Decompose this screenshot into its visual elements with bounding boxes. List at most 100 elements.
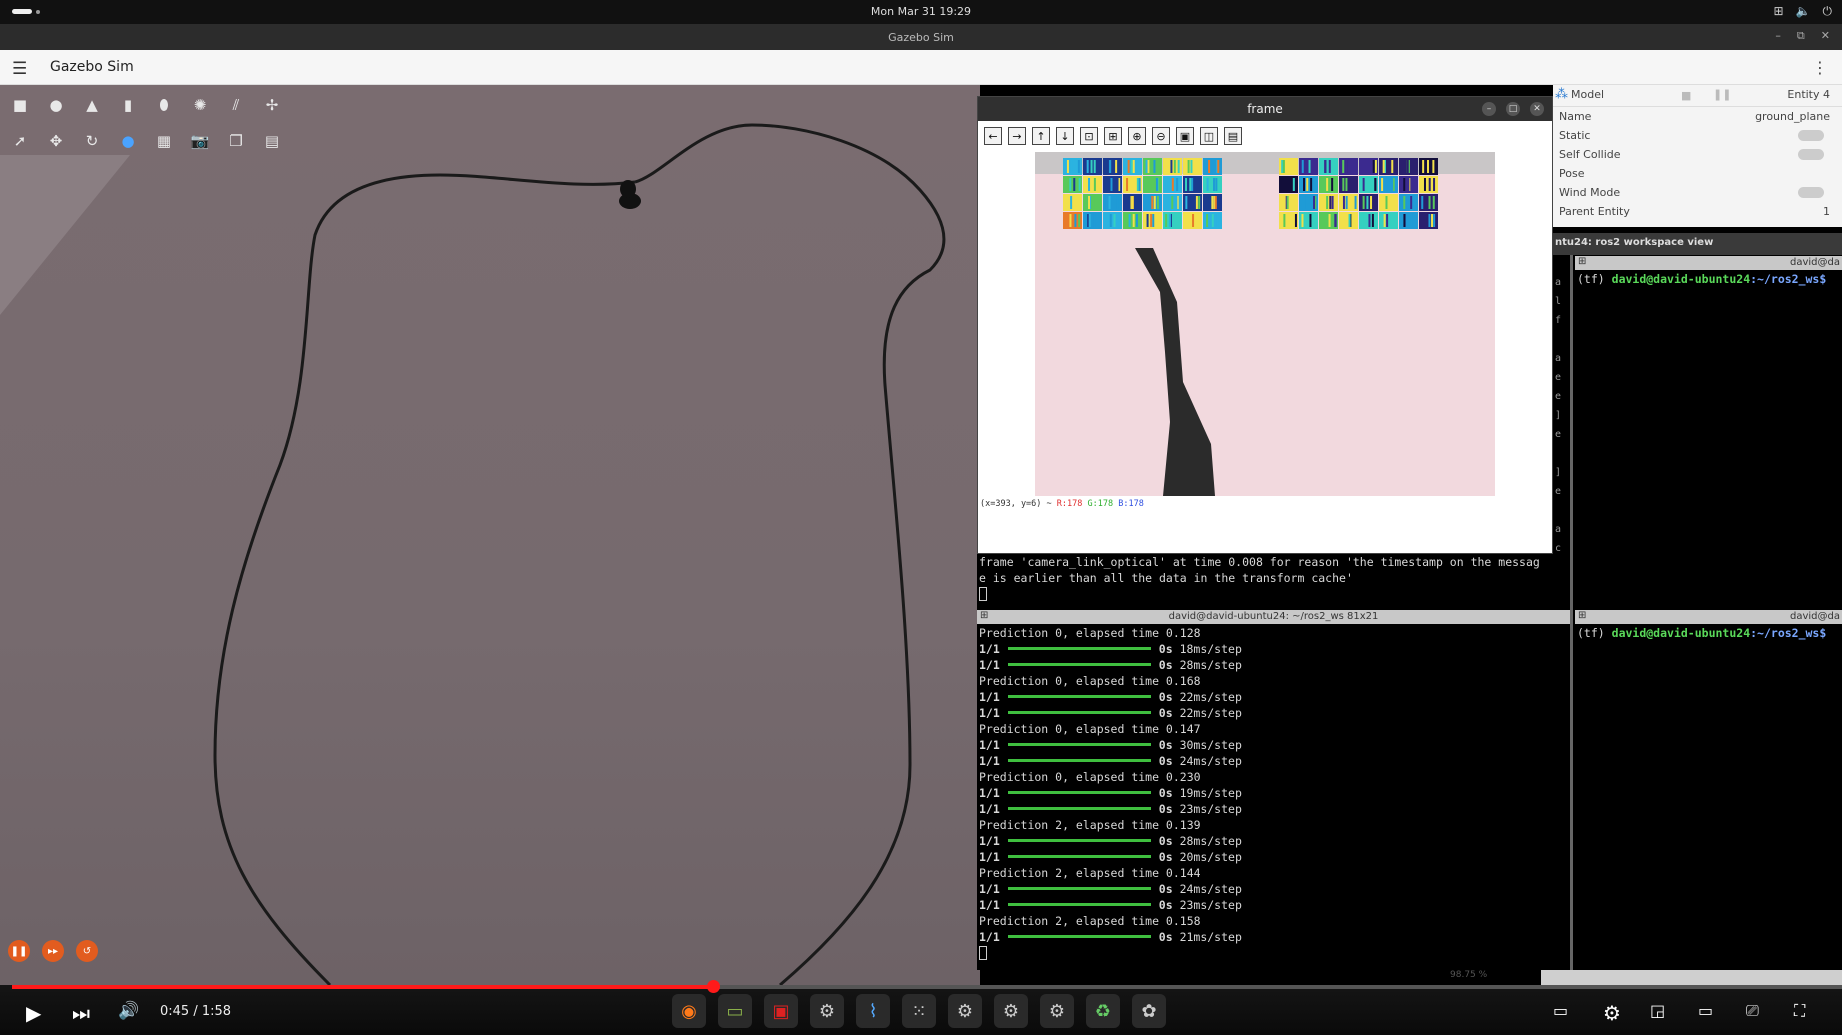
cast-icon[interactable]: ⎚ — [1746, 1001, 1759, 1021]
sphere-shape-icon[interactable]: ● — [44, 93, 68, 117]
show-apps-icon[interactable]: ⁙ — [902, 994, 936, 1028]
maximize-icon[interactable]: ⧉ — [1797, 29, 1805, 43]
zoom-fit-icon[interactable]: ⊡ — [1080, 127, 1098, 145]
pause-inspector-icon[interactable]: ❚❚ — [1713, 88, 1731, 101]
video-scrubber-knob[interactable] — [706, 980, 720, 993]
robot[interactable] — [619, 180, 641, 209]
miniplayer-icon[interactable]: ◲ — [1650, 1001, 1665, 1020]
system-monitor-icon[interactable]: ⌇ — [856, 994, 890, 1028]
prop-row-pose[interactable]: Pose — [1553, 164, 1842, 183]
screenshot-icon[interactable]: 📷 — [188, 129, 212, 153]
terminal-scrollbar[interactable] — [1541, 970, 1842, 985]
step-eta: 0s — [1158, 898, 1173, 912]
next-icon[interactable]: ⏭ — [72, 1001, 90, 1025]
more-options-icon[interactable]: ⋮ — [1812, 58, 1828, 77]
terminal-divider[interactable] — [1570, 255, 1573, 970]
feature-map-stripe — [1292, 178, 1295, 191]
feature-map-stripe — [1113, 214, 1116, 227]
pan-up-icon[interactable]: ↑ — [1032, 127, 1050, 145]
box-shape-icon[interactable]: ■ — [8, 93, 32, 117]
app-center-icon[interactable]: ▣ — [764, 994, 798, 1028]
zoom-out-icon[interactable]: ⊖ — [1152, 127, 1170, 145]
feature-map-tile — [1379, 212, 1398, 229]
select-icon[interactable]: ➚ — [8, 129, 32, 153]
minimize-icon[interactable]: – — [1775, 29, 1781, 43]
network-icon[interactable]: ⊞ — [1773, 4, 1783, 19]
grid-icon[interactable]: ▦ — [152, 129, 176, 153]
system-tray[interactable]: ⊞ 🔈 ⏻ — [1773, 4, 1832, 19]
volume-icon[interactable]: 🔊 — [118, 1001, 139, 1021]
play-icon[interactable]: ▶ — [26, 1001, 41, 1025]
self-collide-toggle[interactable] — [1798, 149, 1824, 160]
translate-icon[interactable]: ✥ — [44, 129, 68, 153]
3d-viewport[interactable]: ■ ● ▲ ▮ ⬮ ✺ ⫽ ✢ ➚ ✥ ↻ ● ▦ 📷 ❐ ▤ ❚❚ ▸▸ ↺ — [0, 85, 980, 985]
opencv-frame-window[interactable]: frame – □ ✕ ← → ↑ ↓ ⊡ ⊞ ⊕ ⊖ ▣ ◫ ▤ (x=393… — [977, 96, 1553, 554]
terminal-bottom-left[interactable]: Prediction 0, elapsed time 0.128 1/1 0s 18… — [977, 624, 1570, 970]
static-toggle[interactable] — [1798, 130, 1824, 141]
copy-icon[interactable]: ❐ — [224, 129, 248, 153]
save-image-icon[interactable]: ▣ — [1176, 127, 1194, 145]
power-icon[interactable]: ⏻ — [1823, 4, 1833, 19]
minimize-icon[interactable]: – — [1482, 102, 1496, 116]
step-icon[interactable]: ▸▸ — [42, 940, 64, 962]
feature-map-stripe — [1132, 214, 1135, 227]
feature-map-stripe — [1370, 196, 1373, 209]
theater-icon[interactable]: ▭ — [1698, 1001, 1713, 1020]
terminal-title: david@da — [1790, 257, 1840, 268]
rotate-icon[interactable]: ↻ — [80, 129, 104, 153]
gazebo-app-icon[interactable]: ⚙ — [948, 994, 982, 1028]
progress-bar — [1007, 807, 1151, 810]
settings-icon[interactable]: ⚙ — [1603, 1001, 1621, 1025]
wind-mode-toggle[interactable] — [1798, 187, 1824, 198]
feature-map-stripe — [1213, 178, 1216, 191]
spot-light-icon[interactable]: ✢ — [260, 93, 284, 117]
video-progress-bar[interactable] — [12, 980, 1842, 993]
lock-icon[interactable]: ■ — [1681, 89, 1691, 102]
pause-icon[interactable]: ❚❚ — [8, 940, 30, 962]
pan-left-icon[interactable]: ← — [984, 127, 1002, 145]
properties-icon[interactable]: ▤ — [1224, 127, 1242, 145]
subtitles-icon[interactable]: ▭ — [1553, 1001, 1568, 1020]
reset-icon[interactable]: ↺ — [76, 940, 98, 962]
zoom-in-icon[interactable]: ⊕ — [1128, 127, 1146, 145]
hamburger-menu-icon[interactable]: ☰ — [12, 59, 27, 79]
terminal-tab-icon[interactable]: ⊞ — [1578, 610, 1586, 621]
step-count: 1/1 — [979, 690, 1000, 704]
snap-icon[interactable]: ● — [116, 129, 140, 153]
settings-app-icon[interactable]: ⚙ — [810, 994, 844, 1028]
fullscreen-icon[interactable]: ⛶ — [1794, 1001, 1805, 1021]
maximize-icon[interactable]: □ — [1506, 102, 1520, 116]
gazebo-app-icon-3[interactable]: ⚙ — [1040, 994, 1074, 1028]
directional-light-icon[interactable]: ⫽ — [224, 93, 248, 117]
copy-image-icon[interactable]: ◫ — [1200, 127, 1218, 145]
sun-light-icon[interactable]: ✺ — [188, 93, 212, 117]
step-eta: 0s — [1158, 706, 1173, 720]
cone-shape-icon[interactable]: ▲ — [80, 93, 104, 117]
terminal-tab-icon[interactable]: ⊞ — [1578, 256, 1586, 267]
firefox-icon[interactable]: ◉ — [672, 994, 706, 1028]
feature-map-stripe — [1372, 160, 1375, 173]
zoom-actual-icon[interactable]: ⊞ — [1104, 127, 1122, 145]
trash-icon[interactable]: ♻ — [1086, 994, 1120, 1028]
prediction-line: Prediction 0, elapsed time 0.168 — [979, 674, 1201, 688]
feature-map-tile — [1319, 194, 1338, 211]
feature-map-stripe — [1345, 214, 1348, 227]
system-clock[interactable]: Mon Mar 31 19:29 — [0, 5, 1842, 18]
window-titlebar: Gazebo Sim – ⧉ ✕ — [0, 24, 1842, 50]
paste-icon[interactable]: ▤ — [260, 129, 284, 153]
files-icon[interactable]: ▭ — [718, 994, 752, 1028]
pan-right-icon[interactable]: → — [1008, 127, 1026, 145]
pan-down-icon[interactable]: ↓ — [1056, 127, 1074, 145]
feature-map-stripe — [1090, 160, 1093, 173]
frame-titlebar[interactable]: frame – □ ✕ — [978, 97, 1552, 121]
terminal-bottom-right[interactable]: (tf) david@david-ubuntu24:~/ros2_ws$ — [1575, 624, 1842, 970]
cylinder-shape-icon[interactable]: ▮ — [116, 93, 140, 117]
speaker-icon[interactable]: 🔈 — [1796, 4, 1811, 19]
gazebo-app-icon-2[interactable]: ⚙ — [994, 994, 1028, 1028]
close-icon[interactable]: ✕ — [1821, 29, 1830, 43]
ros-app-icon[interactable]: ✿ — [1132, 994, 1166, 1028]
camera-image[interactable] — [1035, 152, 1495, 496]
close-icon[interactable]: ✕ — [1530, 102, 1544, 116]
capsule-shape-icon[interactable]: ⬮ — [152, 93, 176, 117]
terminal-top-right[interactable]: (tf) david@david-ubuntu24:~/ros2_ws$ — [1575, 270, 1842, 610]
